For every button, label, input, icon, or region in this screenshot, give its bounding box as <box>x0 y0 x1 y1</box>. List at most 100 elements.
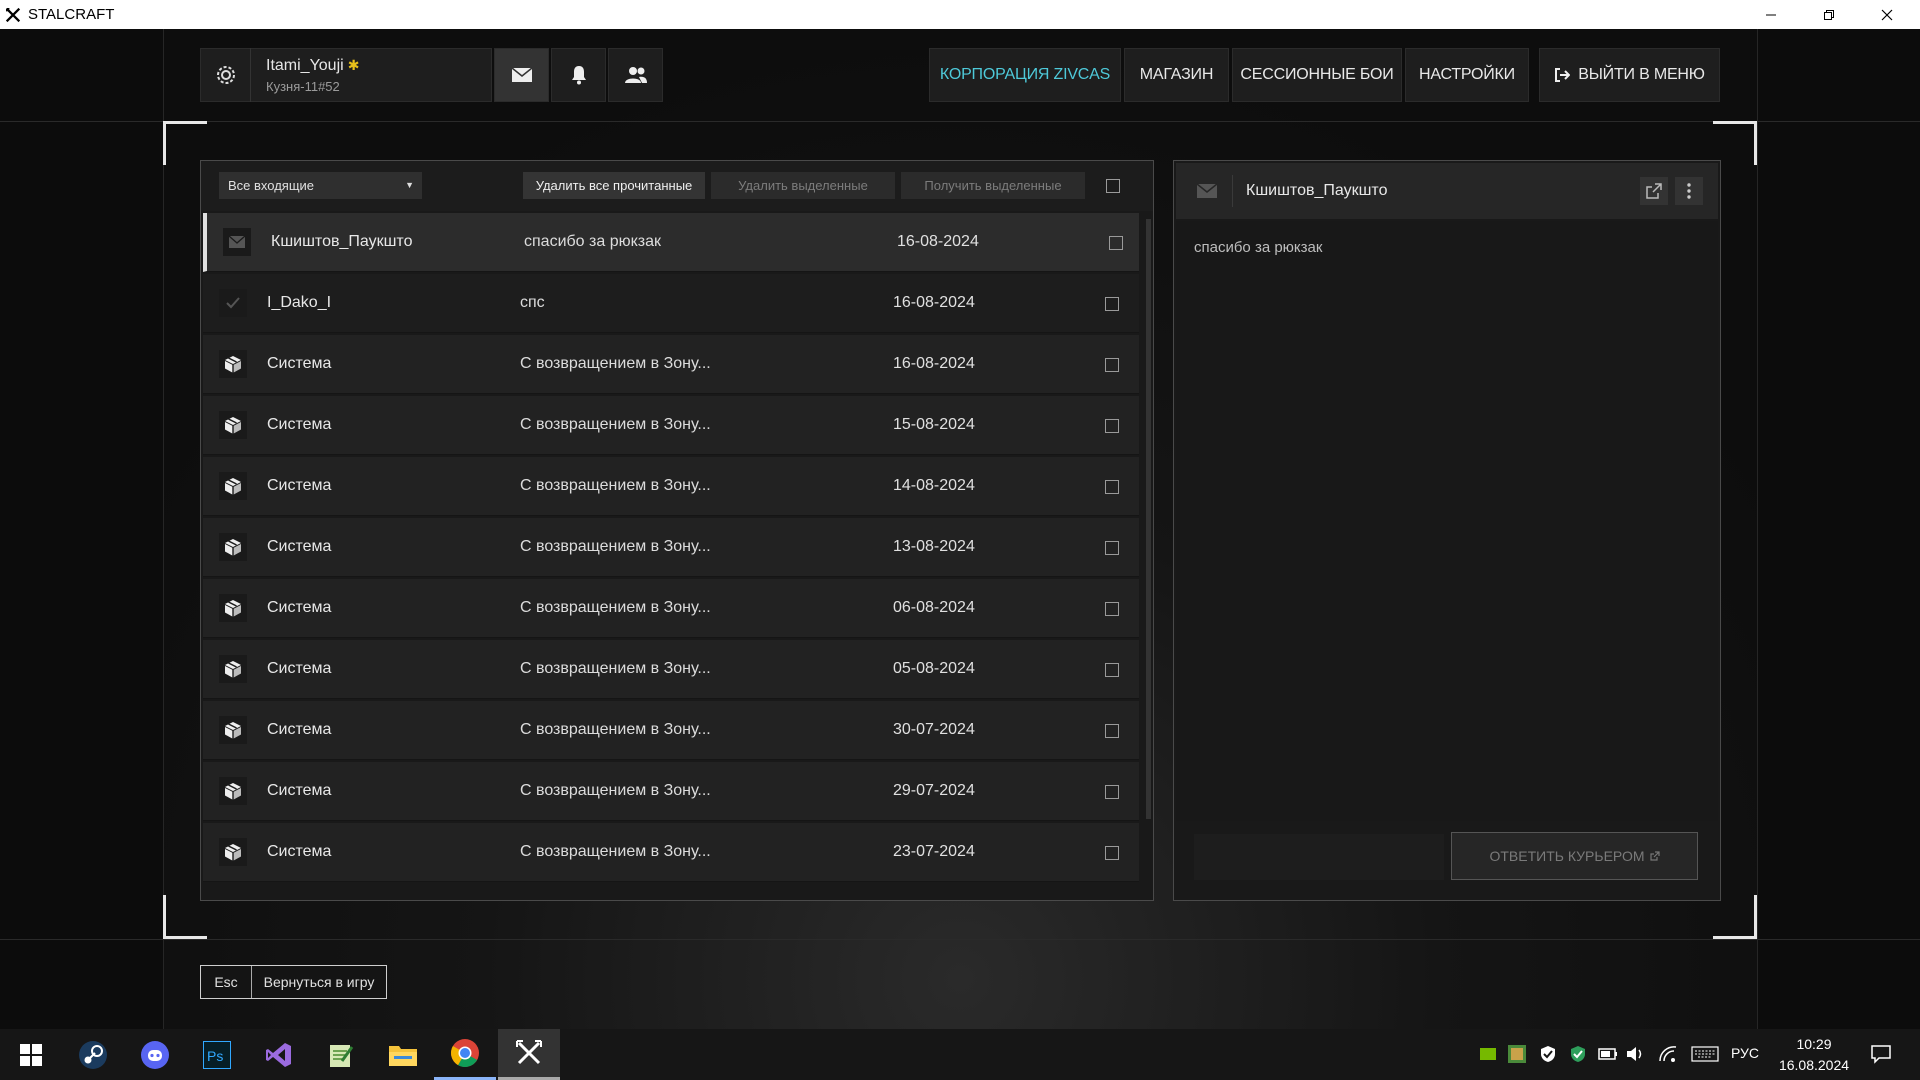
battery-icon <box>1598 1048 1617 1060</box>
mail-select-checkbox[interactable] <box>1105 541 1119 555</box>
mail-button[interactable] <box>494 48 549 102</box>
discord-icon <box>141 1040 169 1069</box>
nav-settings[interactable]: НАСТРОЙКИ <box>1405 48 1529 102</box>
mail-select-checkbox[interactable] <box>1105 480 1119 494</box>
start-button[interactable] <box>0 1029 62 1080</box>
mail-sender: Система <box>267 355 332 372</box>
delete-read-button[interactable]: Удалить все прочитанные <box>523 172 705 199</box>
mail-subject: С возвращением в Зону... <box>520 843 711 860</box>
language-indicator[interactable]: РУС <box>1731 1045 1759 1061</box>
mail-select-checkbox[interactable] <box>1105 602 1119 616</box>
mail-row[interactable]: Система С возвращением в Зону... 13-08-202… <box>203 518 1139 577</box>
mail-select-checkbox[interactable] <box>1105 358 1119 372</box>
taskbar: Ps РУС 10:29 16.08.2024 <box>0 1029 1920 1080</box>
mail-date: 16-08-2024 <box>893 355 975 372</box>
app-tray-icon[interactable] <box>1507 1044 1527 1064</box>
divider <box>163 29 164 1029</box>
system-clock[interactable]: 10:29 16.08.2024 <box>1769 1034 1859 1076</box>
minimize-button[interactable] <box>1742 0 1800 29</box>
windows-icon <box>20 1043 42 1066</box>
mail-select-checkbox[interactable] <box>1105 846 1119 860</box>
mail-select-checkbox[interactable] <box>1109 236 1123 250</box>
mail-row[interactable]: Система С возвращением в Зону... 29-07-202… <box>203 762 1139 821</box>
mail-filter-value: Все входящие <box>228 178 315 193</box>
divider <box>1757 29 1758 1029</box>
notifications-button[interactable] <box>551 48 606 102</box>
scrollbar[interactable] <box>1146 219 1151 819</box>
taskbar-visual-studio[interactable] <box>248 1029 310 1080</box>
envelope-icon <box>1197 183 1217 198</box>
mail-select-checkbox[interactable] <box>1105 663 1119 677</box>
mail-row[interactable]: Кшиштов_Паукшто спасибо за рюкзак 16-08-20… <box>203 213 1139 272</box>
mail-sender: Система <box>267 843 332 860</box>
exit-icon <box>1555 68 1571 82</box>
mail-date: 29-07-2024 <box>893 782 975 799</box>
taskbar-explorer[interactable] <box>372 1029 434 1080</box>
taskbar-steam[interactable] <box>62 1029 124 1080</box>
restore-button[interactable] <box>1800 0 1858 29</box>
mail-row[interactable]: Система С возвращением в Зону... 23-07-202… <box>203 823 1139 882</box>
box-icon <box>219 533 247 561</box>
box-icon <box>219 838 247 866</box>
taskbar-stalcraft[interactable] <box>498 1029 560 1080</box>
mail-subject: С возвращением в Зону... <box>520 538 711 555</box>
mail-date: 23-07-2024 <box>893 843 975 860</box>
notifications-tray-button[interactable] <box>1870 1043 1892 1065</box>
mail-filter-select[interactable]: Все входящие ▼ <box>219 172 422 199</box>
profile-card[interactable]: Itami_Youji ✱ Кузня-11#52 <box>200 48 492 102</box>
friends-button[interactable] <box>608 48 663 102</box>
keyboard-tray-icon[interactable] <box>1690 1044 1720 1064</box>
open-external-button[interactable] <box>1640 177 1668 205</box>
mail-row[interactable]: Система С возвращением в Зону... 14-08-202… <box>203 457 1139 516</box>
mail-date: 06-08-2024 <box>893 599 975 616</box>
mail-row[interactable]: Система С возвращением в Зону... 16-08-202… <box>203 335 1139 394</box>
mail-row[interactable]: Система С возвращением в Зону... 05-08-202… <box>203 640 1139 699</box>
speaker-icon <box>1627 1047 1642 1061</box>
battery-tray-icon[interactable] <box>1598 1044 1618 1064</box>
return-to-game-button[interactable]: Esc Вернуться в игру <box>200 965 387 999</box>
nav-shop[interactable]: МАГАЗИН <box>1124 48 1229 102</box>
mail-date: 30-07-2024 <box>893 721 975 738</box>
nvidia-tray-icon[interactable] <box>1478 1044 1498 1064</box>
mail-sender: Система <box>267 538 332 555</box>
mail-select-checkbox[interactable] <box>1105 419 1119 433</box>
nav-corporation[interactable]: КОРПОРАЦИЯ ZIVCAS <box>929 48 1121 102</box>
folder-icon <box>389 1045 417 1066</box>
close-button[interactable] <box>1858 0 1916 29</box>
svg-text:Ps: Ps <box>207 1048 223 1064</box>
mail-select-checkbox[interactable] <box>1105 297 1119 311</box>
box-icon <box>219 411 247 439</box>
settings-gear-icon[interactable] <box>201 48 251 102</box>
mail-row[interactable]: Система С возвращением в Зону... 15-08-202… <box>203 396 1139 455</box>
mail-row[interactable]: Система С возвращением в Зону... 30-07-202… <box>203 701 1139 760</box>
clock-time: 10:29 <box>1796 1036 1832 1052</box>
mail-select-checkbox[interactable] <box>1105 785 1119 799</box>
taskbar-chrome[interactable] <box>434 1029 496 1080</box>
mail-row[interactable]: I_Dako_I спс 16-08-2024 <box>203 274 1139 333</box>
nav-exit-menu[interactable]: ВЫЙТИ В МЕНЮ <box>1539 48 1720 102</box>
visual-studio-icon <box>266 1042 291 1067</box>
network-tray-icon[interactable] <box>1658 1044 1678 1064</box>
nav-session-battles[interactable]: СЕССИОННЫЕ БОИ <box>1232 48 1402 102</box>
close-icon <box>1881 9 1893 20</box>
mail-select-checkbox[interactable] <box>1105 724 1119 738</box>
volume-tray-icon[interactable] <box>1626 1044 1646 1064</box>
gear-icon <box>216 66 235 84</box>
reply-input[interactable] <box>1194 834 1444 880</box>
delete-selected-button[interactable]: Удалить выделенные <box>711 172 895 199</box>
security-tray-icon[interactable] <box>1538 1044 1558 1064</box>
restore-icon <box>1824 9 1834 20</box>
mail-date: 15-08-2024 <box>893 416 975 433</box>
reply-courier-button[interactable]: ОТВЕТИТЬ КУРЬЕРОМ <box>1451 832 1698 880</box>
get-selected-button[interactable]: Получить выделенные <box>901 172 1085 199</box>
premium-star-icon: ✱ <box>347 56 360 73</box>
frame-corner <box>1713 895 1757 939</box>
taskbar-notepad[interactable] <box>310 1029 372 1080</box>
mail-sender: Система <box>267 416 332 433</box>
taskbar-photoshop[interactable]: Ps <box>186 1029 248 1080</box>
taskbar-discord[interactable] <box>124 1029 186 1080</box>
more-options-button[interactable] <box>1675 177 1703 205</box>
select-all-checkbox[interactable] <box>1106 179 1120 193</box>
defender-tray-icon[interactable] <box>1568 1044 1588 1064</box>
mail-row[interactable]: Система С возвращением в Зону... 06-08-202… <box>203 579 1139 638</box>
